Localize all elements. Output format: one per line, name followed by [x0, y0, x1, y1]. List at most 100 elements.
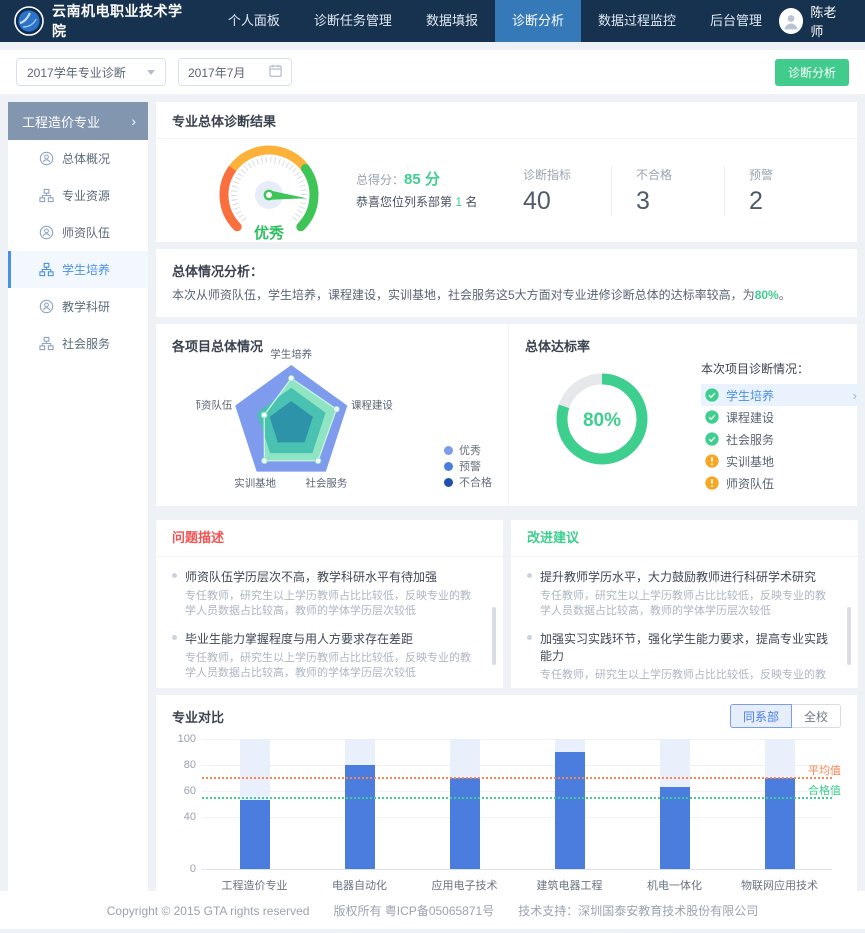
nav-tab-1[interactable]: 个人面板: [211, 0, 297, 42]
sidebar: 工程造价专业 › 总体概况专业资源师资队伍学生培养教学科研社会服务: [8, 102, 148, 891]
stat-value: 3: [636, 187, 724, 216]
stat-label: 不合格: [636, 166, 724, 183]
radar-legend: 优秀预警不合格: [444, 442, 492, 490]
suggestions-list: 提升教师学历水平，大力鼓励教师进行科研学术研究专任教师，研究生以上学历教师占比比…: [527, 568, 832, 682]
sidebar-item-3[interactable]: 师资队伍: [8, 214, 148, 251]
donut-percent: 80%: [583, 410, 621, 431]
radar-axis-label: 课程建设: [351, 399, 393, 412]
chevron-right-icon: ›: [131, 114, 136, 128]
nav-tab-6[interactable]: 后台管理: [693, 0, 779, 42]
scrollbar-thumb[interactable]: [847, 607, 851, 665]
sidebar-item-label: 教学科研: [62, 298, 110, 315]
diagnosis-item-1[interactable]: 学生培养›: [701, 384, 861, 406]
donut-title: 总体达标率: [525, 336, 590, 355]
sidebar-item-2[interactable]: 专业资源: [8, 177, 148, 214]
sidebar-item-label: 学生培养: [62, 261, 110, 278]
analysis-text-after: 。: [779, 288, 791, 302]
stat-value: 2: [749, 187, 837, 216]
calendar-icon: [269, 64, 282, 80]
gridline-100: [202, 739, 832, 740]
nav-tab-4[interactable]: 诊断分析: [495, 0, 581, 42]
suggestion-item-content: 加强实习实践环节，强化学生能力要求，提高专业实践能力专任教师，研究生以上学历教师…: [540, 630, 832, 682]
comparison-title: 专业对比: [172, 707, 224, 726]
footer: Copyright © 2015 GTA rights reserved 版权所…: [0, 891, 865, 929]
score-block: 总得分：85 分 恭喜您位列系部第 1 名: [356, 169, 477, 213]
user-name: 陈老师: [810, 2, 847, 40]
user-menu[interactable]: 陈老师: [779, 2, 847, 40]
suggestion-item-1: 提升教师学历水平，大力鼓励教师进行科研学术研究专任教师，研究生以上学历教师占比比…: [527, 568, 832, 619]
charts-card: 各项目总体情况 学生培养 课程建设 社会服务 实训基地 师资: [156, 324, 857, 506]
copyright-text: Copyright © 2015 GTA rights reserved 版权所…: [107, 902, 758, 919]
analysis-percent: 80%: [755, 288, 779, 302]
sidebar-item-label: 社会服务: [62, 335, 110, 352]
stat-value: 40: [523, 187, 611, 216]
diagnosis-analysis-button[interactable]: 诊断分析: [775, 59, 849, 86]
legend-dot-icon: [444, 446, 453, 455]
diagnosis-item-5[interactable]: 师资队伍: [701, 472, 861, 494]
suggestion-item-content: 提升教师学历水平，大力鼓励教师进行科研学术研究专任教师，研究生以上学历教师占比比…: [540, 568, 832, 619]
diagnosis-list-title: 本次项目诊断情况：: [701, 360, 861, 377]
nav-tab-3[interactable]: 数据填报: [409, 0, 495, 42]
problem-item-content: 师资队伍学历层次不高，教学科研水平有待加强专任教师，研究生以上学历教师占比比较低…: [185, 568, 477, 619]
analysis-card: 总体情况分析： 本次从师资队伍，学生培养，课程建设，实训基地，社会服务这5大方面…: [156, 249, 857, 317]
date-picker[interactable]: 2017年7月: [178, 58, 292, 86]
item-desc: 专任教师，研究生以上学历教师占比比较低，反映专业的教学人员数据占比较高，教师的学…: [540, 668, 832, 682]
scrollbar-thumb[interactable]: [492, 607, 496, 665]
nav-tab-5[interactable]: 数据过程监控: [581, 0, 693, 42]
chevron-down-icon: [147, 70, 155, 75]
diagnosis-item-4[interactable]: 实训基地: [701, 450, 861, 472]
analysis-text: 本次从师资队伍，学生培养，课程建设，实训基地，社会服务这5大方面对专业进修诊断总…: [172, 287, 841, 304]
diagnosis-item-2[interactable]: 课程建设: [701, 406, 861, 428]
diagnosis-item-label: 学生培养: [726, 387, 774, 404]
major-name: 工程造价专业: [22, 112, 100, 131]
y-tick-40: 40: [172, 811, 196, 823]
check-circle-icon: [705, 388, 719, 402]
score-value: 85 分: [404, 171, 440, 188]
term-select[interactable]: 2017学年专业诊断: [16, 58, 166, 86]
diagnosis-list-panel: 本次项目诊断情况： 学生培养›课程建设社会服务实训基地师资队伍: [701, 360, 861, 494]
top-navbar: 云南机电职业技术学院 个人面板诊断任务管理数据填报诊断分析数据过程监控后台管理 …: [0, 0, 865, 42]
sidebar-item-label: 专业资源: [62, 187, 110, 204]
sitemap-icon: [39, 188, 54, 203]
bar-3: [450, 778, 480, 869]
bullet-icon: [172, 635, 177, 640]
problems-list: 师资队伍学历层次不高，教学科研水平有待加强专任教师，研究生以上学历教师占比比较低…: [172, 568, 477, 682]
radar-chart: 学生培养 课程建设 社会服务 实训基地 师资队伍: [196, 346, 396, 498]
toggle-1[interactable]: 同系部: [730, 704, 792, 728]
sidebar-items: 总体概况专业资源师资队伍学生培养教学科研社会服务: [8, 140, 148, 362]
bar-5: [660, 787, 690, 869]
sidebar-item-5[interactable]: 教学科研: [8, 288, 148, 325]
y-tick-0: 0: [172, 863, 196, 875]
radar-axis-label: 实训基地: [234, 477, 276, 490]
item-title: 加强实习实践环节，强化学生能力要求，提高专业实践能力: [540, 630, 832, 664]
radar-axis-label: 学生培养: [270, 347, 312, 360]
sitemap-icon: [39, 262, 54, 277]
legend-label: 预警: [459, 458, 481, 474]
gauge-grade-label: 优秀: [254, 224, 285, 242]
bar-1: [240, 800, 270, 869]
nav-tabs: 个人面板诊断任务管理数据填报诊断分析数据过程监控后台管理: [211, 0, 779, 42]
sidebar-item-4[interactable]: 学生培养: [8, 251, 148, 288]
stat-label: 预警: [749, 166, 837, 183]
filter-bar: 2017学年专业诊断 2017年7月 诊断分析: [0, 50, 865, 94]
suggestions-body: 提升教师学历水平，大力鼓励教师进行科研学术研究专任教师，研究生以上学历教师占比比…: [511, 557, 858, 682]
item-title: 师资队伍学历层次不高，教学科研水平有待加强: [185, 568, 477, 585]
sidebar-major-header[interactable]: 工程造价专业 ›: [8, 102, 148, 140]
donut-chart: 80%: [547, 364, 657, 474]
term-select-value: 2017学年专业诊断: [27, 64, 126, 81]
radar-axis-label: 师资队伍: [196, 399, 233, 412]
stat-1: 诊断指标40: [499, 166, 611, 216]
toggle-2[interactable]: 全校: [792, 704, 841, 728]
reference-label-2: 合格值: [808, 782, 841, 798]
sidebar-item-1[interactable]: 总体概况: [8, 140, 148, 177]
suggestion-item-2: 加强实习实践环节，强化学生能力要求，提高专业实践能力专任教师，研究生以上学历教师…: [527, 630, 832, 682]
legend-item-3: 不合格: [444, 474, 492, 490]
y-tick-100: 100: [172, 733, 196, 745]
warning-circle-icon: [705, 454, 719, 468]
item-desc: 专任教师，研究生以上学历教师占比比较低，反映专业的教学人员数据占比较高，教师的学…: [540, 589, 832, 619]
gridline-40: [202, 817, 832, 818]
diagnosis-item-3[interactable]: 社会服务: [701, 428, 861, 450]
nav-tab-2[interactable]: 诊断任务管理: [297, 0, 409, 42]
sidebar-item-6[interactable]: 社会服务: [8, 325, 148, 362]
summary-body: 优秀 总得分：85 分 恭喜您位列系部第 1 名 诊断指标40 不合格 3 预警 2: [156, 139, 857, 242]
